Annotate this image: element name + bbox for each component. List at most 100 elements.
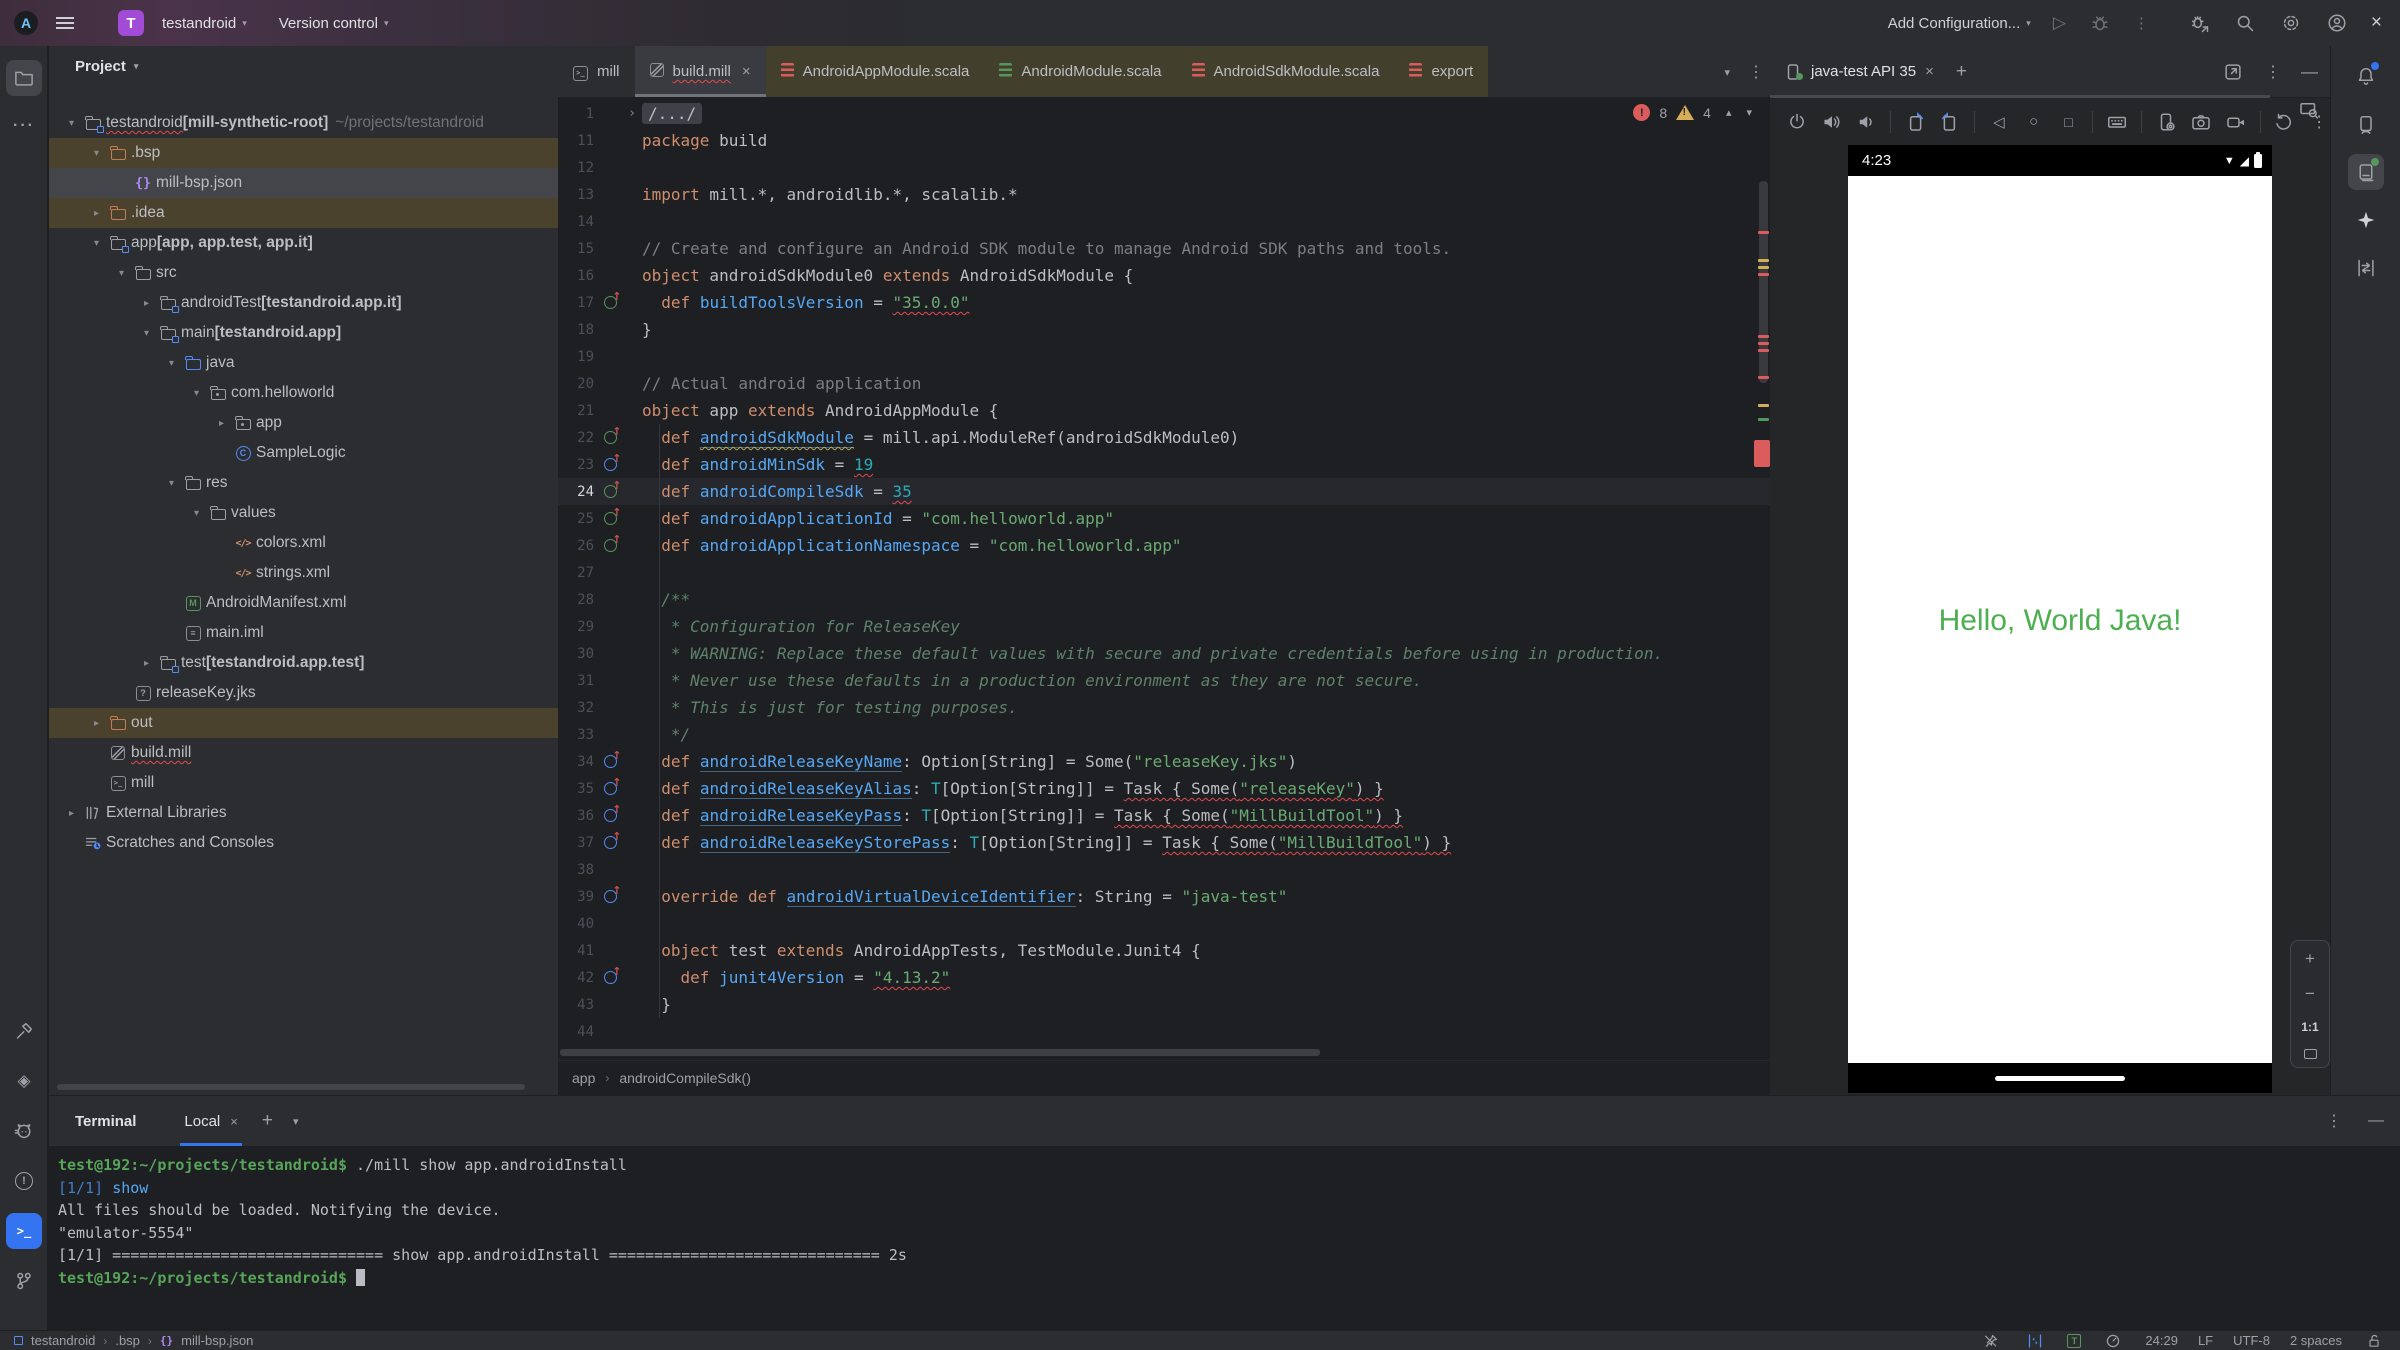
code-line-26[interactable]: 26↑ def androidApplicationNamespace = "c… — [558, 532, 1770, 559]
minimize-icon[interactable]: — — [2301, 62, 2318, 82]
code-line-16[interactable]: 16object androidSdkModule0 extends Andro… — [558, 262, 1770, 289]
tree-item-samplelogic[interactable]: CSampleLogic — [49, 438, 558, 468]
display-zoom-icon[interactable] — [2298, 99, 2320, 121]
more-icon[interactable]: ⋮ — [2326, 1111, 2342, 1131]
statusbar-breadcrumb-item[interactable]: testandroid — [31, 1333, 95, 1348]
tree-item-build-mill[interactable]: build.mill — [49, 738, 558, 768]
chevron-down-icon[interactable]: ▾ — [293, 1115, 299, 1128]
chevron-right-icon[interactable]: ▸ — [136, 658, 157, 669]
tree-item-test[interactable]: ▸test [testandroid.app.test] — [49, 648, 558, 678]
terminal-tab[interactable]: Local × — [180, 1096, 241, 1146]
code-line-44[interactable]: 44 — [558, 1018, 1770, 1045]
project-folder-icon[interactable] — [6, 60, 42, 96]
code-line-31[interactable]: 31 * Never use these defaults in a produ… — [558, 667, 1770, 694]
override-gutter-icon[interactable]: ↑ — [598, 890, 622, 903]
new-terminal-icon[interactable]: + — [262, 1110, 273, 1132]
statusbar-breadcrumb-item[interactable]: .bsp — [115, 1333, 140, 1348]
code-line-27[interactable]: 27 — [558, 559, 1770, 586]
override-gutter-icon[interactable]: ↑ — [598, 458, 622, 471]
override-gutter-icon[interactable]: ↑ — [598, 782, 622, 795]
chevron-down-icon[interactable]: ▾ — [111, 268, 132, 279]
rotate-right-icon[interactable] — [1939, 111, 1961, 133]
project-tree-hscrollbar[interactable] — [57, 1084, 525, 1090]
editor-tab-androidappmodule-scala[interactable]: AndroidAppModule.scala — [766, 46, 985, 97]
minimize-icon[interactable]: — — [2368, 1112, 2384, 1130]
close-icon[interactable]: × — [742, 63, 751, 80]
tree-item-mill[interactable]: >_mill — [49, 768, 558, 798]
editor-hscrollbar[interactable] — [560, 1049, 1320, 1056]
tree-item--bsp[interactable]: ▾.bsp — [49, 138, 558, 168]
code-line-11[interactable]: 11package build — [558, 127, 1770, 154]
chevron-right-icon[interactable]: ▸ — [86, 208, 107, 219]
terminal-output[interactable]: test@192:~/projects/testandroid$ ./mill … — [49, 1146, 2400, 1331]
problems-icon[interactable]: ! — [6, 1163, 42, 1199]
override-gutter-icon[interactable]: ↑ — [598, 296, 622, 309]
code-line-42[interactable]: 42↑ def junit4Version = "4.13.2" — [558, 964, 1770, 991]
fold-arrow-icon[interactable]: › — [622, 106, 642, 121]
screenshot-icon[interactable] — [2190, 111, 2212, 133]
editor-tab-androidsdkmodule-scala[interactable]: AndroidSdkModule.scala — [1177, 46, 1395, 97]
tree-item-testandroid[interactable]: ▾testandroid [mill-synthetic-root]~/proj… — [49, 108, 558, 138]
open-in-window-icon[interactable] — [2221, 60, 2245, 84]
tree-item-androidmanifest-xml[interactable]: MAndroidManifest.xml — [49, 588, 558, 618]
device-settings-icon[interactable] — [2155, 111, 2177, 133]
tree-item-androidtest[interactable]: ▸androidTest [testandroid.app.it] — [49, 288, 558, 318]
code-line-41[interactable]: 41 object test extends AndroidAppTests, … — [558, 937, 1770, 964]
logcat-icon[interactable] — [6, 1113, 42, 1149]
code-line-17[interactable]: 17↑ def buildToolsVersion = "35.0.0" — [558, 289, 1770, 316]
tree-item-mill-bsp-json[interactable]: {}mill-bsp.json — [49, 168, 558, 198]
tree-item-external-libraries[interactable]: ▸External Libraries — [49, 798, 558, 828]
inspections-widget[interactable]: ! 8 4 ▴ ▾ — [1633, 104, 1752, 121]
gear-icon[interactable] — [2279, 11, 2303, 35]
notifications-icon[interactable] — [2348, 58, 2384, 94]
device-manager-icon[interactable] — [2348, 106, 2384, 142]
version-control-icon[interactable] — [6, 1263, 42, 1299]
add-tab-icon[interactable]: + — [1956, 61, 1967, 83]
chevron-down-icon[interactable]: ▾ — [86, 148, 107, 159]
code-line-1[interactable]: 1›/.../ — [558, 100, 1770, 127]
chevron-down-icon[interactable]: ▾ — [161, 478, 182, 489]
code-editor[interactable]: 1›/.../11package build1213import mill.*,… — [558, 100, 1770, 1045]
code-line-39[interactable]: 39↑ override def androidVirtualDeviceIde… — [558, 883, 1770, 910]
emulator-screen[interactable]: 4:23 ▼ ◢ Hello, World Java! — [1848, 145, 2272, 1093]
chevron-down-icon[interactable]: ▾ — [186, 388, 207, 399]
translate-icon[interactable]: T — [2067, 1334, 2081, 1348]
tree-item-scratches-and-consoles[interactable]: Scratches and Consoles — [49, 828, 558, 858]
code-line-29[interactable]: 29 * Configuration for ReleaseKey — [558, 613, 1770, 640]
home-icon[interactable]: ○ — [2023, 111, 2045, 133]
back-icon[interactable]: ◁ — [1988, 111, 2010, 133]
code-line-13[interactable]: 13import mill.*, androidlib.*, scalalib.… — [558, 181, 1770, 208]
tree-item-main-iml[interactable]: ≡main.iml — [49, 618, 558, 648]
more-icon[interactable]: ⋮ — [2265, 62, 2281, 82]
code-line-37[interactable]: 37↑ def androidReleaseKeyStorePass: T[Op… — [558, 829, 1770, 856]
gauge-icon[interactable] — [2101, 1329, 2125, 1350]
editor-tab-build-mill[interactable]: build.mill× — [635, 46, 766, 97]
code-line-23[interactable]: 23↑ def androidMinSdk = 19 — [558, 451, 1770, 478]
code-line-12[interactable]: 12 — [558, 154, 1770, 181]
chevron-down-icon[interactable]: ▾ — [136, 328, 157, 339]
volume-down-icon[interactable] — [1856, 111, 1878, 133]
zoom-in-button[interactable]: + — [2305, 949, 2315, 969]
override-gutter-icon[interactable]: ↑ — [598, 539, 622, 552]
close-icon[interactable]: × — [1925, 63, 1934, 80]
tree-item-values[interactable]: ▾values — [49, 498, 558, 528]
tree-item-com-helloworld[interactable]: ▾com.helloworld — [49, 378, 558, 408]
zoom-out-button[interactable]: − — [2305, 984, 2315, 1004]
line-ending[interactable]: LF — [2198, 1333, 2213, 1348]
chevron-down-icon[interactable]: ▾ — [1724, 66, 1730, 79]
code-line-25[interactable]: 25↑ def androidApplicationId = "com.hell… — [558, 505, 1770, 532]
override-gutter-icon[interactable]: ↑ — [598, 809, 622, 822]
unlocked-icon[interactable] — [2362, 1329, 2386, 1350]
editor-tab-mill[interactable]: >_mill — [558, 46, 635, 97]
code-line-35[interactable]: 35↑ def androidReleaseKeyAlias: T[Option… — [558, 775, 1770, 802]
code-line-21[interactable]: 21object app extends AndroidAppModule { — [558, 397, 1770, 424]
code-line-28[interactable]: 28 /** — [558, 586, 1770, 613]
debug-icon[interactable] — [2088, 11, 2112, 35]
code-line-36[interactable]: 36↑ def androidReleaseKeyPass: T[Option[… — [558, 802, 1770, 829]
caret-position[interactable]: 24:29 — [2145, 1333, 2178, 1348]
chevron-down-icon[interactable]: ▾ — [186, 508, 207, 519]
statusbar-breadcrumb-item[interactable]: mill-bsp.json — [181, 1333, 253, 1348]
chevron-down-icon[interactable]: ▾ — [86, 238, 107, 249]
restart-icon[interactable] — [2273, 111, 2295, 133]
run-configuration-selector[interactable]: Add Configuration...▾ — [1888, 15, 2031, 32]
